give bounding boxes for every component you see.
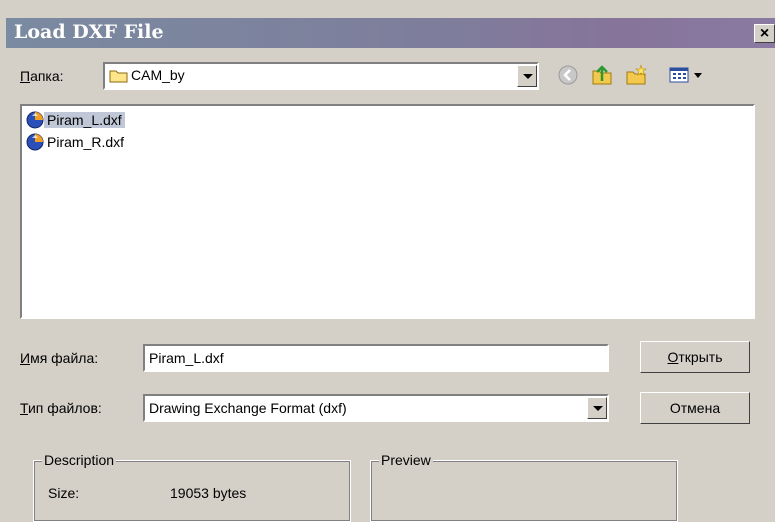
back-icon[interactable]: [556, 63, 580, 87]
list-item[interactable]: Piram_R.dxf: [26, 132, 127, 152]
filename-value: Piram_L.dxf: [149, 350, 224, 366]
load-dxf-dialog: Load DXF File × Папка: CAM_by Piram_L.dx…: [0, 0, 775, 522]
new-folder-icon[interactable]: [624, 63, 648, 87]
open-button-label: ткрыть: [678, 349, 723, 365]
window-title: Load DXF File: [14, 21, 164, 43]
dxf-file-icon: [26, 111, 44, 129]
cancel-button[interactable]: Отмена: [640, 392, 750, 424]
description-group: Description Size: 19053 bytes: [33, 452, 351, 522]
dxf-file-icon: [26, 133, 44, 151]
filename-label: Имя файла:: [20, 350, 99, 366]
view-menu-icon[interactable]: [668, 63, 706, 87]
filetype-combo[interactable]: Drawing Exchange Format (dxf): [143, 394, 609, 422]
filetype-value: Drawing Exchange Format (dxf): [149, 400, 347, 416]
filetype-label: Тип файлов:: [20, 400, 102, 416]
close-button[interactable]: ×: [754, 24, 775, 43]
folder-dropdown-button[interactable]: [517, 65, 537, 87]
folder-label: Папка:: [20, 68, 64, 84]
description-title: Description: [42, 452, 117, 468]
folder-value: CAM_by: [131, 67, 185, 83]
title-bar[interactable]: Load DXF File ×: [6, 18, 775, 48]
list-item[interactable]: Piram_L.dxf: [26, 110, 125, 130]
file-name: Piram_L.dxf: [44, 112, 125, 128]
size-value: 19053 bytes: [170, 485, 247, 501]
size-label: Size:: [48, 485, 80, 501]
preview-title: Preview: [379, 452, 433, 468]
file-list[interactable]: Piram_L.dxf Piram_R.dxf: [20, 104, 755, 319]
folder-icon: [109, 70, 128, 83]
file-name: Piram_R.dxf: [47, 134, 125, 150]
filename-input[interactable]: Piram_L.dxf: [143, 344, 609, 372]
filetype-dropdown-button[interactable]: [587, 397, 607, 419]
preview-group: Preview: [370, 452, 678, 522]
up-folder-icon[interactable]: [590, 63, 614, 87]
folder-combo[interactable]: CAM_by: [103, 62, 539, 90]
open-button[interactable]: Открыть: [640, 341, 750, 373]
